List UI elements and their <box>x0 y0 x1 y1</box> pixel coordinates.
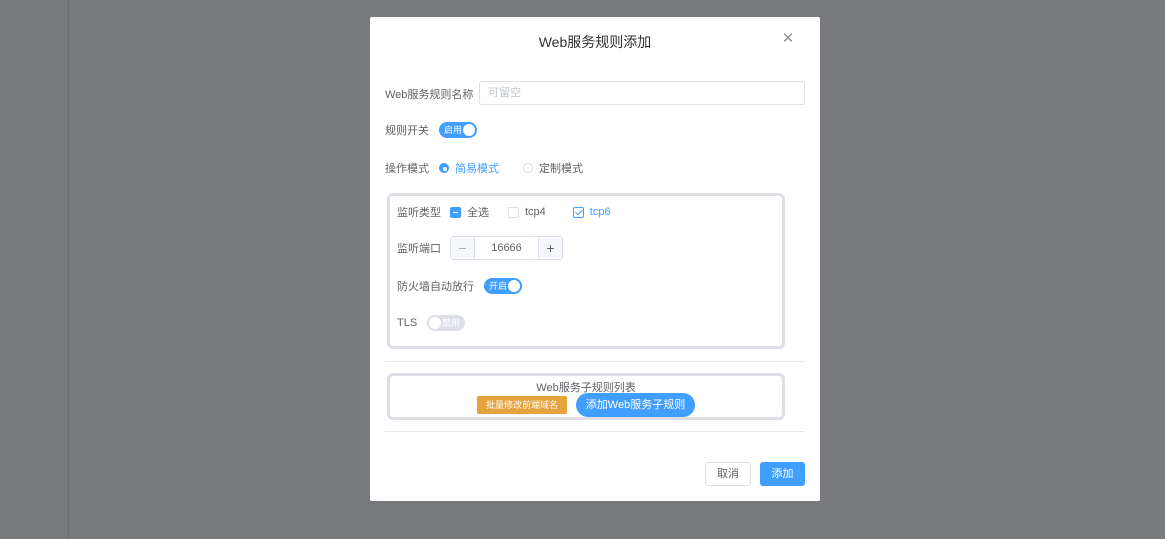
rule-switch-label: 规则开关 <box>385 125 429 137</box>
divider <box>385 361 805 362</box>
listen-config-box: 监听类型 全选 tcp4 tcp6 监听端口 − 16666 + 防火墙自动放行… <box>387 193 785 349</box>
radio-simple-mode[interactable]: 简易模式 <box>439 160 499 176</box>
firewall-label: 防火墙自动放行 <box>397 281 474 293</box>
divider <box>385 431 805 432</box>
radio-simple-mode-label: 简易模式 <box>455 163 499 175</box>
tcp6-label: tcp6 <box>589 206 611 218</box>
toggle-knob <box>508 280 520 292</box>
add-button[interactable]: 添加 <box>760 462 805 486</box>
select-all-checkbox[interactable]: 全选 <box>450 204 489 220</box>
add-sub-rule-button[interactable]: 添加Web服务子规则 <box>576 393 695 417</box>
decrement-button[interactable]: − <box>451 237 475 259</box>
tcp6-checkbox[interactable]: tcp6 <box>572 206 611 218</box>
checkbox-box <box>450 206 461 218</box>
rule-switch-row: 规则开关 启用 <box>385 122 477 138</box>
increment-button[interactable]: + <box>538 237 562 259</box>
radio-dot <box>523 163 533 173</box>
batch-edit-domain-button[interactable]: 批量修改前端域名 <box>477 396 567 414</box>
port-stepper: − 16666 + <box>450 236 563 260</box>
firewall-toggle[interactable]: 开启 <box>484 278 522 294</box>
tls-row: TLS 禁用 <box>397 315 466 331</box>
tcp4-label: tcp4 <box>525 206 546 218</box>
listen-type-row: 监听类型 全选 tcp4 tcp6 <box>397 204 611 220</box>
rule-name-input[interactable] <box>479 81 805 105</box>
checkbox-box <box>508 206 519 218</box>
select-all-label: 全选 <box>467 207 489 219</box>
firewall-toggle-text: 开启 <box>489 281 508 291</box>
rule-enable-toggle[interactable]: 启用 <box>439 122 477 138</box>
mode-label: 操作模式 <box>385 163 429 175</box>
sub-rule-list-box: Web服务子规则列表 批量修改前端域名 添加Web服务子规则 <box>387 373 785 420</box>
tls-label: TLS <box>397 317 418 329</box>
mode-row: 操作模式 简易模式 定制模式 <box>385 160 583 176</box>
listen-type-label: 监听类型 <box>397 207 441 219</box>
dialog-title: Web服务规则添加 <box>538 34 652 50</box>
rule-name-label: Web服务规则名称 <box>385 89 474 101</box>
radio-custom-mode-label: 定制模式 <box>539 163 583 175</box>
listen-port-label: 监听端口 <box>397 243 441 255</box>
background-sidebar-divider <box>68 0 69 539</box>
checkbox-box <box>572 206 584 218</box>
cancel-button[interactable]: 取消 <box>705 462 751 486</box>
listen-port-row: 监听端口 − 16666 + <box>397 236 563 260</box>
radio-dot <box>439 163 449 173</box>
firewall-row: 防火墙自动放行 开启 <box>397 278 522 294</box>
radio-custom-mode[interactable]: 定制模式 <box>523 160 583 176</box>
tcp4-checkbox[interactable]: tcp4 <box>508 206 546 218</box>
close-icon[interactable]: ✕ <box>780 31 796 47</box>
port-value-input[interactable]: 16666 <box>475 237 538 259</box>
web-rule-add-dialog: Web服务规则添加 ✕ Web服务规则名称 规则开关 启用 操作模式 简易模式 … <box>370 17 820 501</box>
toggle-knob <box>463 124 475 136</box>
toggle-knob <box>429 317 442 329</box>
rule-enable-toggle-text: 启用 <box>444 125 463 135</box>
tls-toggle-text: 禁用 <box>442 318 461 328</box>
tls-toggle[interactable]: 禁用 <box>427 315 466 331</box>
rule-name-row: Web服务规则名称 <box>385 86 473 102</box>
